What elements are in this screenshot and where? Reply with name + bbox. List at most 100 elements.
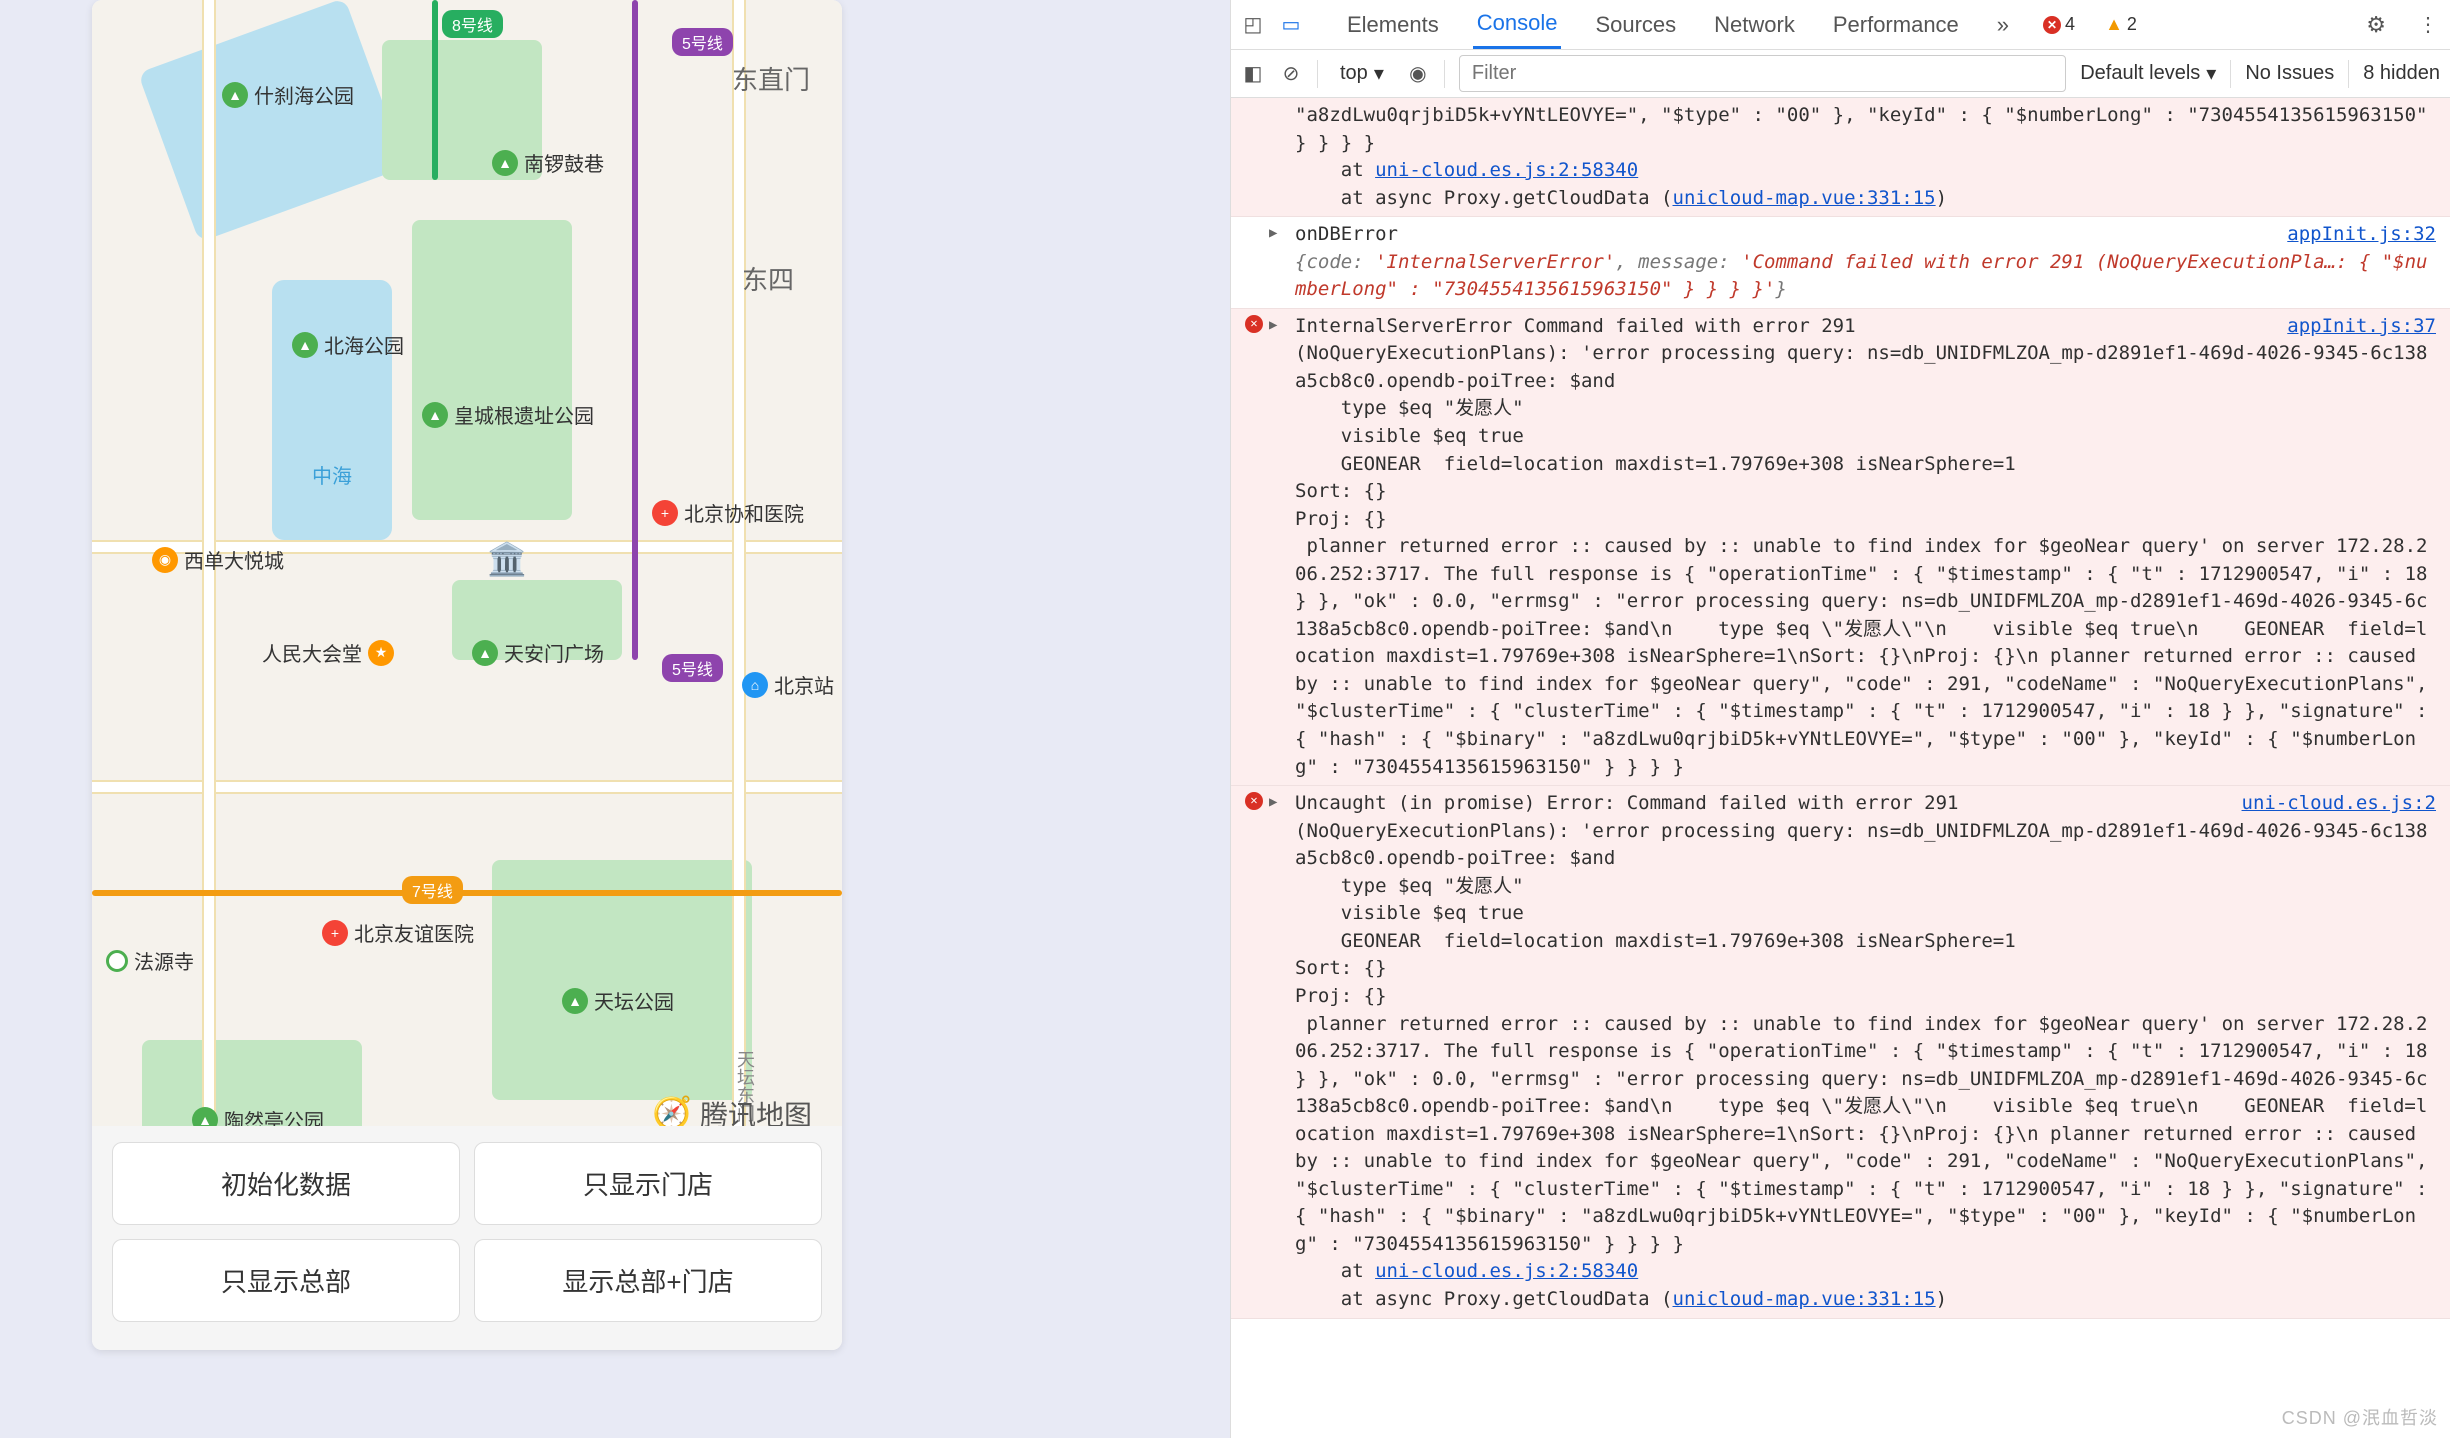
link[interactable]: unicloud-map.vue:331:15 bbox=[1673, 187, 1936, 209]
hospital-icon: + bbox=[322, 920, 348, 946]
gear-icon[interactable]: ⚙ bbox=[2366, 12, 2386, 38]
error-icon: ✕ bbox=[1245, 315, 1263, 333]
subway-badge-8: 8号线 bbox=[442, 10, 503, 38]
error-count[interactable]: ✕4 bbox=[2043, 14, 2075, 35]
park-icon: ▲ bbox=[292, 332, 318, 358]
kebab-icon[interactable]: ⋮ bbox=[2416, 13, 2440, 37]
tab-elements[interactable]: Elements bbox=[1343, 2, 1443, 48]
poi-tiantan[interactable]: ▲天坛公园 bbox=[562, 986, 674, 1015]
console-toolbar: ◧ ⊘ top ▾ ◉ Default levels ▾ No Issues 8… bbox=[1231, 50, 2450, 98]
context-selector[interactable]: top ▾ bbox=[1332, 57, 1392, 90]
poi-nanluogu[interactable]: ▲南锣鼓巷 bbox=[492, 148, 604, 177]
sidebar-toggle-icon[interactable]: ◧ bbox=[1241, 62, 1265, 86]
console-message[interactable]: ✕ ▶ appInit.js:37InternalServerError Comma… bbox=[1231, 309, 2450, 786]
map-canvas[interactable]: 8号线 5号线 5号线 7号线 ▲什刹海公园 ▲南锣鼓巷 东直门 东四 ▲北海公… bbox=[92, 0, 842, 1160]
btn-show-stores[interactable]: 只显示门店 bbox=[474, 1142, 822, 1225]
park-icon: ▲ bbox=[472, 640, 498, 666]
map-button-pad: 初始化数据 只显示门店 只显示总部 显示总部+门店 bbox=[92, 1126, 842, 1350]
poi-label: 南锣鼓巷 bbox=[524, 148, 604, 177]
phone-mock: 8号线 5号线 5号线 7号线 ▲什刹海公园 ▲南锣鼓巷 东直门 东四 ▲北海公… bbox=[92, 0, 842, 1350]
expand-icon[interactable]: ▶ bbox=[1269, 792, 1277, 812]
filter-input[interactable] bbox=[1459, 55, 2066, 92]
park-icon: ▲ bbox=[422, 402, 448, 428]
subway-badge-5b: 5号线 bbox=[662, 654, 723, 682]
park-forbidden bbox=[412, 220, 572, 520]
error-icon: ✕ bbox=[1245, 792, 1263, 810]
poi-huangcheng[interactable]: ▲皇城根遗址公园 bbox=[422, 400, 594, 429]
water-shichahai bbox=[138, 0, 406, 242]
separator bbox=[2348, 60, 2349, 88]
source-link[interactable]: uni-cloud.es.js:2 bbox=[2242, 790, 2436, 818]
link[interactable]: unicloud-map.vue:331:15 bbox=[1673, 1288, 1936, 1310]
tab-network[interactable]: Network bbox=[1710, 2, 1799, 48]
poi-beijingzhan[interactable]: ⌂北京站 bbox=[742, 670, 834, 699]
link[interactable]: uni-cloud.es.js:2:58340 bbox=[1375, 1260, 1638, 1282]
message-text: "a8zdLwu0qrjbiD5k+vYNtLEOVYE=", "$type" … bbox=[1241, 102, 2440, 212]
park-icon: ▲ bbox=[562, 988, 588, 1014]
poi-label: 天坛公园 bbox=[594, 986, 674, 1015]
poi-xiehe[interactable]: +北京协和医院 bbox=[652, 498, 804, 527]
poi-label: 北海公园 bbox=[324, 330, 404, 359]
separator bbox=[1317, 60, 1318, 88]
poi-label: 北京协和医院 bbox=[684, 498, 804, 527]
center-marker-icon: 🏛️ bbox=[487, 540, 527, 580]
inspect-icon[interactable]: ◰ bbox=[1241, 13, 1265, 37]
poi-label: 法源寺 bbox=[134, 946, 194, 975]
poi-youyi[interactable]: +北京友谊医院 bbox=[322, 918, 474, 947]
poi-tiananmen[interactable]: ▲天安门广场 bbox=[472, 638, 604, 667]
console-body[interactable]: "a8zdLwu0qrjbiD5k+vYNtLEOVYE=", "$type" … bbox=[1231, 98, 2450, 1438]
btn-show-all[interactable]: 显示总部+门店 bbox=[474, 1239, 822, 1322]
poi-shichahai[interactable]: ▲什刹海公园 bbox=[222, 80, 354, 109]
poi-label: 天安门广场 bbox=[504, 638, 604, 667]
poi-renmin[interactable]: 人民大会堂★ bbox=[262, 638, 394, 667]
console-message[interactable]: ✕ ▶ uni-cloud.es.js:2Uncaught (in promise)… bbox=[1231, 786, 2450, 1318]
devtools: ◰ ▭ Elements Console Sources Network Per… bbox=[1230, 0, 2450, 1438]
subway-8 bbox=[432, 0, 438, 180]
poi-label: 皇城根遗址公园 bbox=[454, 400, 594, 429]
expand-icon[interactable]: ▶ bbox=[1269, 315, 1277, 335]
eye-icon[interactable]: ◉ bbox=[1406, 62, 1430, 86]
message-text: Uncaught (in promise) Error: Command fai… bbox=[1241, 790, 2440, 1313]
clear-console-icon[interactable]: ⊘ bbox=[1279, 62, 1303, 86]
label-dongsi: 东四 bbox=[742, 260, 794, 297]
warning-count[interactable]: ▲2 bbox=[2105, 14, 2137, 35]
poi-label: 北京友谊医院 bbox=[354, 918, 474, 947]
poi-label: 西单大悦城 bbox=[184, 545, 284, 574]
separator bbox=[2230, 60, 2231, 88]
devtools-tab-bar: ◰ ▭ Elements Console Sources Network Per… bbox=[1231, 0, 2450, 50]
poi-fayuan[interactable]: 法源寺 bbox=[106, 946, 194, 975]
park-tiantan bbox=[492, 860, 752, 1100]
tab-console[interactable]: Console bbox=[1473, 0, 1562, 49]
park-icon: ▲ bbox=[492, 150, 518, 176]
console-message[interactable]: appInit.js:32 ▶onDBError{code: 'InternalS… bbox=[1231, 217, 2450, 309]
no-issues-label[interactable]: No Issues bbox=[2245, 62, 2334, 85]
poi-xidan[interactable]: ◉西单大悦城 bbox=[152, 545, 284, 574]
poi-label: 什刹海公园 bbox=[254, 80, 354, 109]
source-link[interactable]: appInit.js:32 bbox=[2287, 221, 2436, 249]
message-text: onDBError{code: 'InternalServerError', m… bbox=[1241, 221, 2440, 304]
poi-beihai[interactable]: ▲北海公园 bbox=[292, 330, 404, 359]
mall-icon: ◉ bbox=[152, 547, 178, 573]
levels-selector[interactable]: Default levels ▾ bbox=[2080, 61, 2216, 86]
park-icon: ▲ bbox=[222, 82, 248, 108]
link[interactable]: uni-cloud.es.js:2:58340 bbox=[1375, 159, 1638, 181]
tabs-more[interactable]: » bbox=[1993, 2, 2013, 48]
source-link[interactable]: appInit.js:37 bbox=[2287, 313, 2436, 341]
message-text: InternalServerError Command failed with … bbox=[1241, 313, 2440, 781]
tab-performance[interactable]: Performance bbox=[1829, 2, 1963, 48]
subway-7 bbox=[92, 890, 842, 896]
console-message[interactable]: "a8zdLwu0qrjbiD5k+vYNtLEOVYE=", "$type" … bbox=[1231, 98, 2450, 217]
label-zhonghai: 中海 bbox=[312, 460, 352, 489]
hidden-count[interactable]: 8 hidden bbox=[2363, 62, 2440, 85]
device-icon[interactable]: ▭ bbox=[1279, 13, 1303, 37]
water-zhonghai bbox=[272, 280, 392, 540]
btn-init-data[interactable]: 初始化数据 bbox=[112, 1142, 460, 1225]
subway-5 bbox=[632, 0, 638, 660]
watermark: CSDN @泯血哲淡 bbox=[2282, 1404, 2438, 1430]
label-dongzhimen: 东直门 bbox=[732, 60, 810, 97]
left-pane: 8号线 5号线 5号线 7号线 ▲什刹海公园 ▲南锣鼓巷 东直门 东四 ▲北海公… bbox=[0, 0, 1230, 1438]
tab-sources[interactable]: Sources bbox=[1591, 2, 1680, 48]
btn-show-hq[interactable]: 只显示总部 bbox=[112, 1239, 460, 1322]
temple-icon bbox=[106, 950, 128, 972]
expand-icon[interactable]: ▶ bbox=[1269, 223, 1277, 243]
